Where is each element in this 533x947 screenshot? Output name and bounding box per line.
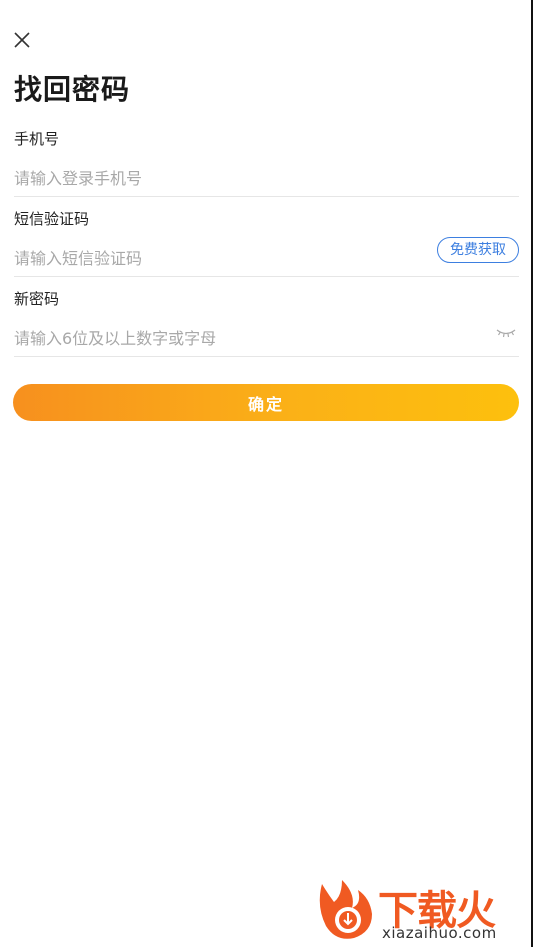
sms-code-label: 短信验证码 [14,210,90,228]
sms-code-field: 短信验证码 免费获取 [14,208,519,277]
phone-input[interactable] [14,163,414,193]
new-password-label: 新密码 [14,290,60,308]
eye-closed-icon [496,329,516,338]
page-title: 找回密码 [14,73,131,106]
close-button[interactable] [10,28,34,52]
password-visibility-toggle[interactable] [495,325,517,339]
sms-code-input-row: 免费获取 [14,237,519,277]
phone-field: 手机号 [14,128,519,197]
watermark: 下载火 xiazaihuo.com [312,876,532,944]
fire-download-logo [319,880,372,939]
watermark-domain: xiazaihuo.com [382,924,497,942]
close-icon [14,32,30,48]
confirm-button[interactable]: 确定 [13,384,519,421]
new-password-input-row [14,323,519,357]
phone-label: 手机号 [14,130,60,148]
new-password-input[interactable] [14,323,414,353]
find-password-screen: 找回密码 手机号 短信验证码 免费获取 新密码 [0,0,533,947]
sms-code-input[interactable] [14,243,414,273]
new-password-field: 新密码 [14,288,519,357]
phone-input-row [14,163,519,197]
get-code-button[interactable]: 免费获取 [437,237,519,263]
